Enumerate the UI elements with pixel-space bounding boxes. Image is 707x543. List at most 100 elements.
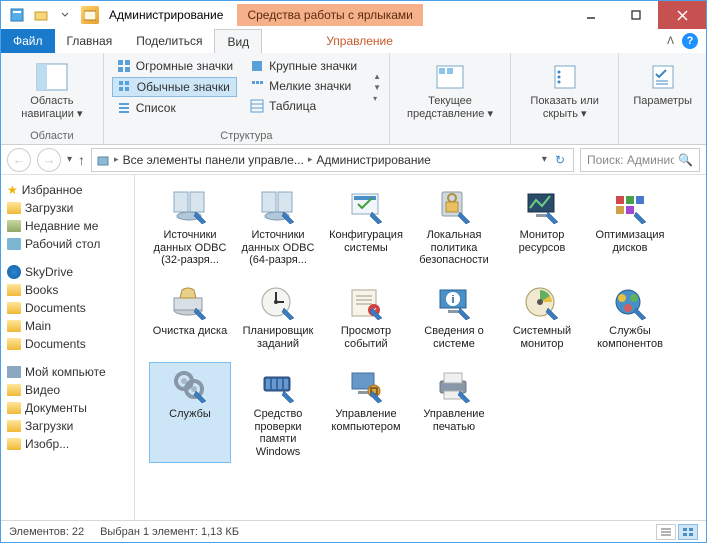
item-tile[interactable]: Управление печатью	[413, 362, 495, 463]
item-label: Конфигурация системы	[327, 229, 405, 254]
layout-scroll-up-icon[interactable]: ▲	[373, 72, 381, 81]
item-tile[interactable]: Источники данных ODBC (64-разря...	[237, 183, 319, 271]
layout-large-icons[interactable]: Крупные значки	[245, 57, 361, 75]
breadcrumb-seg2[interactable]: Администрирование	[316, 153, 430, 167]
perfmon-icon	[518, 283, 566, 323]
folder-icon	[7, 320, 21, 332]
titlebar: Администрирование Средства работы с ярлы…	[1, 1, 706, 29]
show-hide-label: Показать или скрыть ▾	[525, 95, 604, 120]
item-tile[interactable]: Системный монитор	[501, 279, 583, 354]
tab-view[interactable]: Вид	[214, 29, 262, 53]
svg-text:i: i	[451, 294, 454, 306]
item-tile[interactable]: Планировщик заданий	[237, 279, 319, 354]
ribbon-group-panes: Область навигации ▾ Области	[1, 53, 104, 144]
sidebar-favorites-header[interactable]: ★Избранное	[3, 181, 132, 199]
close-button[interactable]	[658, 1, 706, 29]
ribbon-group-current-view: Текущее представление ▾	[390, 53, 511, 144]
refresh-icon[interactable]: ↻	[551, 153, 569, 167]
collapse-ribbon-icon[interactable]: ᐱ	[667, 36, 674, 47]
scheduler-icon	[254, 283, 302, 323]
item-label: Просмотр событий	[327, 325, 405, 350]
item-tile[interactable]: Службы компонентов	[589, 279, 671, 354]
monitor-icon	[518, 187, 566, 227]
item-tile[interactable]: Средство проверки памяти Windows	[237, 362, 319, 463]
window-title: Администрирование	[99, 8, 233, 22]
item-label: Монитор ресурсов	[503, 229, 581, 254]
tabbar: Файл Главная Поделиться Вид Управление ᐱ…	[1, 29, 706, 53]
memtest-icon	[254, 366, 302, 406]
show-hide-button[interactable]: Показать или скрыть ▾	[519, 57, 610, 124]
context-tab-header: Средства работы с ярлыками	[237, 4, 422, 26]
help-icon[interactable]: ?	[682, 33, 698, 49]
layout-normal-icons[interactable]: Обычные значки	[112, 77, 237, 97]
item-label: Службы компонентов	[591, 325, 669, 350]
tab-home[interactable]: Главная	[55, 29, 125, 53]
item-label: Локальная политика безопасности	[415, 229, 493, 267]
item-tile[interactable]: Конфигурация системы	[325, 183, 407, 271]
item-tile[interactable]: Монитор ресурсов	[501, 183, 583, 271]
breadcrumb-seg1[interactable]: Все элементы панели управле...	[123, 153, 304, 167]
ribbon-group-options: Параметры	[619, 53, 706, 144]
item-tile[interactable]: Очистка диска	[149, 279, 231, 354]
icons-view-button[interactable]	[678, 524, 698, 540]
search-input[interactable]: Поиск: Админис... 🔍	[580, 148, 700, 172]
sidebar-item-downloads[interactable]: Загрузки	[3, 199, 132, 217]
layout-huge-icons[interactable]: Огромные значки	[112, 57, 237, 75]
properties-icon[interactable]	[7, 5, 27, 25]
breadcrumb-dropdown-icon[interactable]: ▾	[542, 154, 547, 165]
minimize-button[interactable]	[568, 1, 613, 29]
back-button[interactable]: ←	[7, 148, 31, 172]
item-label: Системный монитор	[503, 325, 581, 350]
sidebar-item-desktop[interactable]: Рабочий стол	[3, 235, 132, 253]
item-tile[interactable]: Службы	[149, 362, 231, 463]
layout-small-icons[interactable]: Мелкие значки	[245, 77, 361, 95]
item-tile[interactable]: Управление компьютером	[325, 362, 407, 463]
current-view-button[interactable]: Текущее представление ▾	[398, 57, 502, 124]
item-tile[interactable]: Локальная политика безопасности	[413, 183, 495, 271]
sidebar-computer-header[interactable]: Мой компьюте	[3, 363, 132, 381]
sidebar-item-video[interactable]: Видео	[3, 381, 132, 399]
qat-dropdown-icon[interactable]	[55, 5, 75, 25]
sidebar-item-recent[interactable]: Недавние ме	[3, 217, 132, 235]
item-label: Службы	[169, 408, 211, 421]
item-tile[interactable]: iСведения о системе	[413, 279, 495, 354]
sidebar-item-docs[interactable]: Документы	[3, 399, 132, 417]
sidebar-item-books[interactable]: Books	[3, 281, 132, 299]
folder-icon	[7, 384, 21, 396]
new-folder-icon[interactable]	[31, 5, 51, 25]
item-label: Средство проверки памяти Windows	[239, 408, 317, 459]
sidebar-item-main[interactable]: Main	[3, 317, 132, 335]
small-icons-icon	[249, 78, 265, 94]
ribbon-group-layout: Огромные значки Обычные значки Список Кр…	[104, 53, 390, 144]
tab-manage[interactable]: Управление	[314, 29, 405, 53]
item-tile[interactable]: Оптимизация дисков	[589, 183, 671, 271]
sidebar-item-img[interactable]: Изобр...	[3, 435, 132, 453]
item-tile[interactable]: Источники данных ODBC (32-разря...	[149, 183, 231, 271]
details-view-button[interactable]	[656, 524, 676, 540]
layout-expand-icon[interactable]: ▾	[373, 94, 381, 103]
history-dropdown-icon[interactable]: ▾	[67, 154, 72, 165]
breadcrumb[interactable]: ▸ Все элементы панели управле... ▸ Админ…	[91, 148, 574, 172]
odbc-icon	[254, 187, 302, 227]
options-button[interactable]: Параметры	[627, 57, 698, 112]
forward-button[interactable]: →	[37, 148, 61, 172]
sidebar-skydrive-header[interactable]: SkyDrive	[3, 263, 132, 281]
navigation-pane-button[interactable]: Область навигации ▾	[9, 57, 95, 124]
large-icons-icon	[249, 58, 265, 74]
main-pane: Источники данных ODBC (32-разря...Источн…	[135, 175, 706, 520]
search-icon: 🔍	[678, 153, 693, 167]
layout-list[interactable]: Список	[112, 99, 237, 117]
maximize-button[interactable]	[613, 1, 658, 29]
tab-share[interactable]: Поделиться	[124, 29, 214, 53]
odbc-icon	[166, 187, 214, 227]
app-icon	[81, 6, 99, 24]
sidebar-item-documents2[interactable]: Documents	[3, 335, 132, 353]
quick-access-toolbar	[1, 5, 81, 25]
item-tile[interactable]: ✕Просмотр событий	[325, 279, 407, 354]
up-button[interactable]: ↑	[78, 152, 85, 168]
tab-file[interactable]: Файл	[1, 29, 55, 53]
sidebar-item-documents[interactable]: Documents	[3, 299, 132, 317]
layout-table[interactable]: Таблица	[245, 97, 361, 115]
layout-scroll-down-icon[interactable]: ▼	[373, 83, 381, 92]
sidebar-item-dl2[interactable]: Загрузки	[3, 417, 132, 435]
